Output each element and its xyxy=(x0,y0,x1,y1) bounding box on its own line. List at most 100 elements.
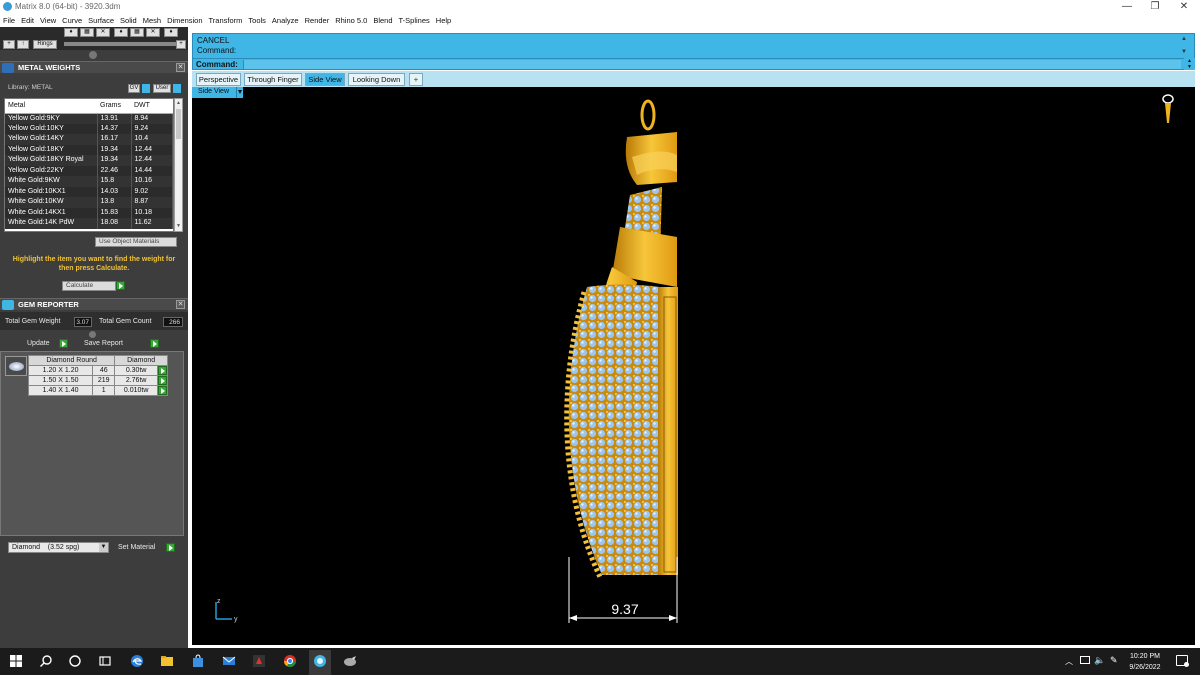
rhino-app-icon[interactable] xyxy=(343,654,357,668)
tool-diamond3-button[interactable]: ♦ xyxy=(164,28,178,37)
table-row[interactable]: 1.40 X 1.40 1 0.010tw xyxy=(27,385,168,396)
table-row[interactable]: White Gold:10KW 13.8 8.87 xyxy=(5,197,173,208)
menu-rhino[interactable]: Rhino 5.0 xyxy=(335,16,367,25)
tray-chevron-up-icon[interactable]: ︿ xyxy=(1065,656,1073,667)
tool-diamond-button[interactable]: ♦ xyxy=(64,28,78,37)
scroll-thumb[interactable] xyxy=(176,109,181,139)
scroll-up-icon[interactable]: ▲ xyxy=(176,100,181,106)
gem-select-button[interactable] xyxy=(158,376,167,385)
menu-tsplines[interactable]: T-Splines xyxy=(399,16,430,25)
chrome-icon[interactable] xyxy=(283,654,297,668)
ring-gauge-icon[interactable] xyxy=(1162,94,1174,123)
menu-transform[interactable]: Transform xyxy=(209,16,243,25)
menu-edit[interactable]: Edit xyxy=(21,16,34,25)
chevron-down-icon[interactable]: ▼ xyxy=(99,543,108,552)
gv-info-icon[interactable] xyxy=(142,84,150,93)
slider-track[interactable] xyxy=(64,42,176,46)
save-report-button[interactable] xyxy=(150,339,159,348)
windows-start-icon[interactable] xyxy=(9,654,23,668)
menu-surface[interactable]: Surface xyxy=(88,16,114,25)
history-scroll-down-icon[interactable]: ▼ xyxy=(1181,49,1187,55)
menu-mesh[interactable]: Mesh xyxy=(143,16,161,25)
minimize-button[interactable]: — xyxy=(1120,1,1134,13)
menu-solid[interactable]: Solid xyxy=(120,16,137,25)
use-object-materials-dropdown[interactable]: Use Object Materials xyxy=(95,237,177,247)
table-row[interactable]: White Gold:14KX1 15.83 10.18 xyxy=(5,207,173,218)
menu-analyze[interactable]: Analyze xyxy=(272,16,299,25)
pen-icon[interactable]: ✎ xyxy=(1110,655,1118,666)
tab-perspective[interactable]: Perspective xyxy=(196,73,241,86)
menu-render[interactable]: Render xyxy=(305,16,330,25)
table-row[interactable]: Yellow Gold:18KY Royal 19.34 12.44 xyxy=(5,155,173,166)
cortana-icon[interactable] xyxy=(68,654,82,668)
menu-curve[interactable]: Curve xyxy=(62,16,82,25)
menu-dimension[interactable]: Dimension xyxy=(167,16,202,25)
viewport-label-dropdown-icon[interactable] xyxy=(236,87,243,98)
gem-select-button[interactable] xyxy=(158,386,167,395)
viewport[interactable] xyxy=(192,87,1195,645)
set-material-button[interactable] xyxy=(166,543,175,552)
viewport-label[interactable]: Side View xyxy=(192,87,236,98)
table-row[interactable]: Yellow Gold:22KY 22.46 14.44 xyxy=(5,165,173,176)
collapse-handle[interactable] xyxy=(89,51,97,59)
table-row[interactable]: White Gold:9KW 15.8 10.16 xyxy=(5,176,173,187)
clock[interactable]: 10:20 PM 9/26/2022 xyxy=(1118,651,1172,673)
command-input[interactable] xyxy=(243,60,1181,69)
store-icon[interactable] xyxy=(191,654,205,668)
mail-icon[interactable] xyxy=(222,654,236,668)
user-info-icon[interactable] xyxy=(173,84,181,93)
command-history[interactable]: CANCEL Command: ▲ ▼ xyxy=(192,33,1195,59)
tab-looking-down[interactable]: Looking Down xyxy=(348,73,405,86)
user-button[interactable]: User xyxy=(153,84,171,93)
matrix-app-icon[interactable] xyxy=(313,654,327,668)
menu-tools[interactable]: Tools xyxy=(248,16,266,25)
volume-icon[interactable]: 🔈 xyxy=(1094,655,1105,666)
gv-button[interactable]: GV xyxy=(128,84,140,93)
file-explorer-icon[interactable] xyxy=(160,654,174,668)
material-select[interactable]: Diamond (3.52 spg) ▼ xyxy=(8,542,109,553)
gem-thumbnail[interactable] xyxy=(5,356,27,376)
table-row[interactable]: 1.50 X 1.50 219 2.76tw xyxy=(27,375,168,386)
tool-delete-button[interactable]: ✕ xyxy=(96,28,110,37)
table-row[interactable]: 1.20 X 1.20 46 0.30tw xyxy=(27,365,168,376)
tool-pattern-button[interactable]: ▦ xyxy=(80,28,94,37)
menu-view[interactable]: View xyxy=(40,16,56,25)
table-row[interactable]: White Gold:10KX1 14.03 9.02 xyxy=(5,186,173,197)
tab-side-view[interactable]: Side View xyxy=(305,73,345,86)
gem-select-button[interactable] xyxy=(158,366,167,375)
table-row[interactable]: Yellow Gold:14KY 16.17 10.4 xyxy=(5,134,173,145)
tool-diamond2-button[interactable]: ♦ xyxy=(114,28,128,37)
slider-plus-icon[interactable]: + xyxy=(176,40,186,49)
calculate-button[interactable] xyxy=(116,281,125,290)
tool-pattern2-button[interactable]: ▦ xyxy=(130,28,144,37)
edge-icon[interactable] xyxy=(130,654,144,668)
history-scroll-up-icon[interactable]: ▲ xyxy=(1181,36,1187,42)
notifications-icon[interactable] xyxy=(1176,655,1189,667)
up-arrow-icon[interactable]: ↑ xyxy=(17,40,29,49)
add-icon[interactable]: + xyxy=(3,40,15,49)
search-icon[interactable] xyxy=(39,654,53,668)
close-button[interactable]: ✕ xyxy=(1177,1,1191,13)
table-row[interactable]: White Gold:14K PdW 18.08 11.62 xyxy=(5,218,173,229)
update-button[interactable] xyxy=(59,339,68,348)
rings-button[interactable]: Rings xyxy=(33,40,57,49)
scroll-down-icon[interactable]: ▼ xyxy=(176,223,181,229)
command-scroll-icon[interactable]: ▲ ▼ xyxy=(1184,58,1195,70)
col-grams[interactable]: Grams xyxy=(97,99,131,114)
restore-button[interactable]: ❐ xyxy=(1148,1,1162,13)
calculate-field[interactable]: Calculate xyxy=(62,281,116,291)
menu-help[interactable]: Help xyxy=(436,16,451,25)
tab-through-finger[interactable]: Through Finger xyxy=(244,73,302,86)
table-row[interactable]: Yellow Gold:10KY 14.37 9.24 xyxy=(5,123,173,134)
table-row[interactable]: Yellow Gold:9KY 13.91 8.94 xyxy=(5,113,173,124)
col-metal[interactable]: Metal xyxy=(5,99,97,114)
add-tab-button[interactable]: + xyxy=(409,73,423,86)
network-icon[interactable] xyxy=(1080,656,1090,664)
app-red-icon[interactable] xyxy=(252,654,266,668)
table-row[interactable]: Yellow Gold:18KY 19.34 12.44 xyxy=(5,144,173,155)
gem-reporter-close-icon[interactable]: ✕ xyxy=(176,300,185,309)
metal-weights-close-icon[interactable]: ✕ xyxy=(176,63,185,72)
menu-blend[interactable]: Blend xyxy=(373,16,392,25)
menu-file[interactable]: File xyxy=(3,16,15,25)
tool-delete2-button[interactable]: ✕ xyxy=(146,28,160,37)
